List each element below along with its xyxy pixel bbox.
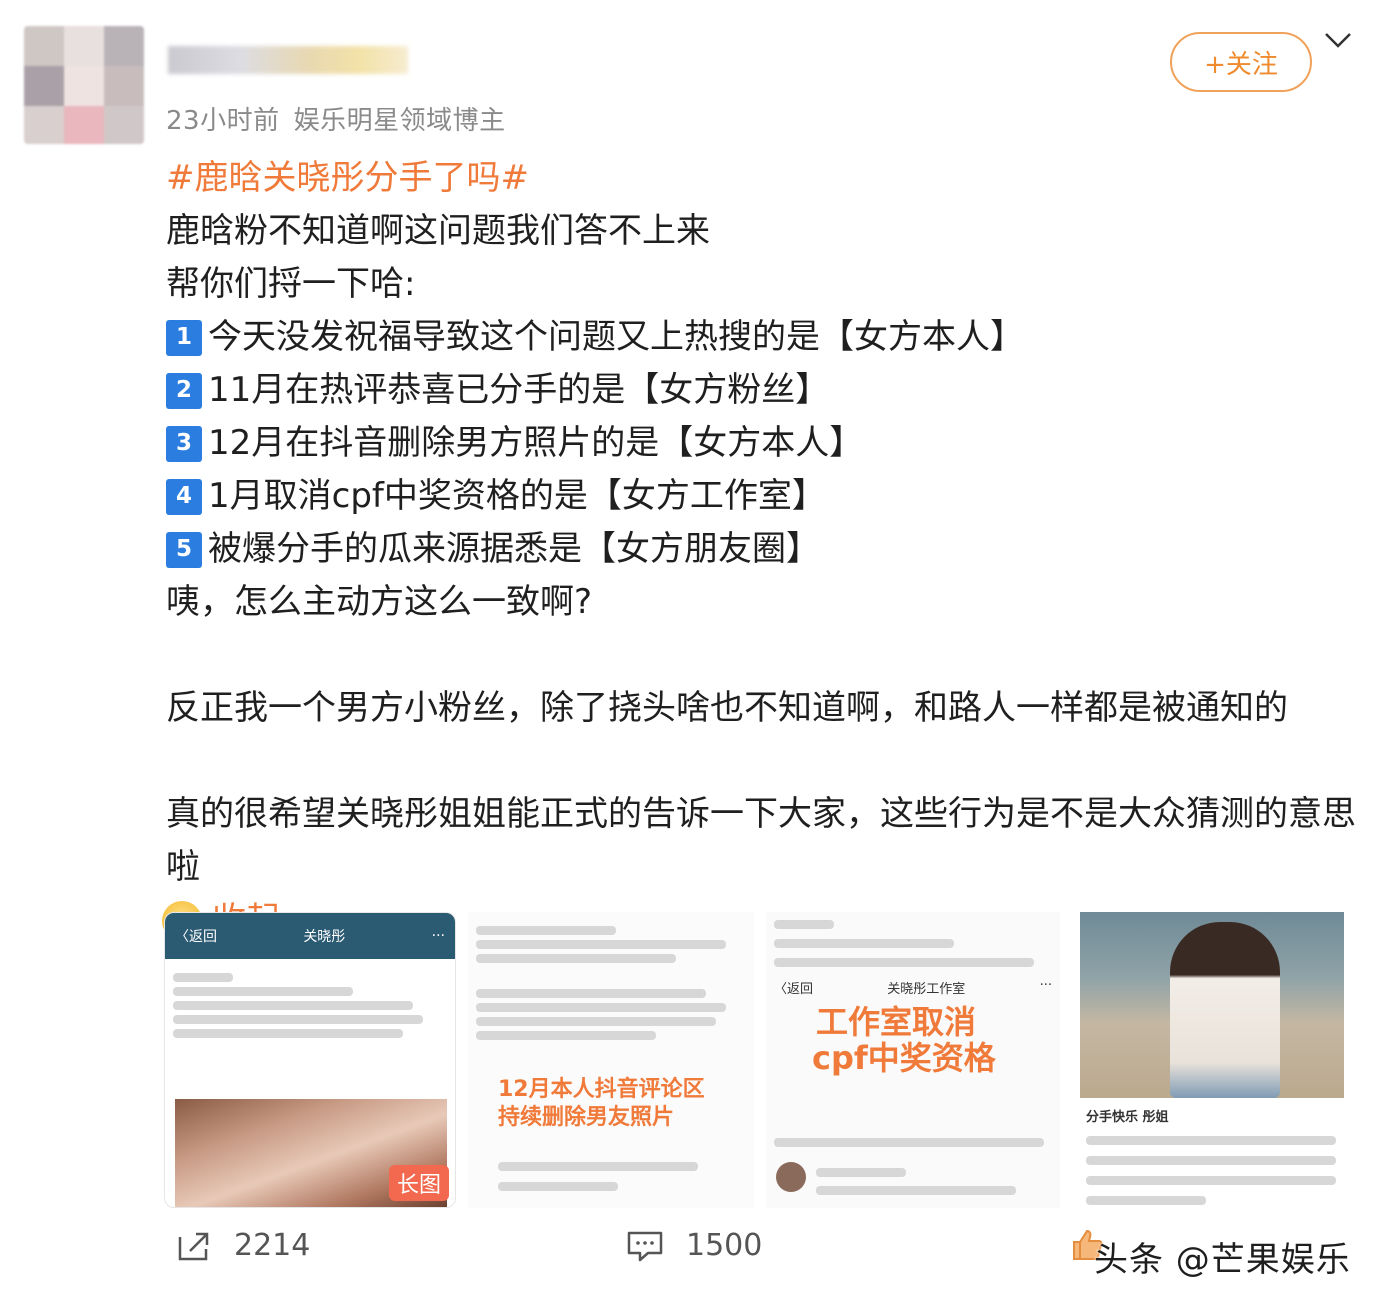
- number-badge: 5: [166, 531, 202, 568]
- post-meta: 23小时前 娱乐明星领域博主: [166, 100, 506, 137]
- post-time: 23小时前: [166, 106, 280, 136]
- image-thumbnail-2[interactable]: 12月本人抖音评论区持续删除男友照片: [468, 912, 754, 1208]
- screenshot-header: 〈返回 关晓彤 ···: [165, 913, 455, 959]
- screenshot-header: 〈返回 关晓彤工作室 ···: [774, 978, 1052, 997]
- more-icon: ···: [1039, 978, 1052, 993]
- list-item: 5 被爆分手的瓜来源据悉是【女方朋友圈】: [166, 523, 1366, 576]
- commenter-avatar: [776, 1162, 806, 1192]
- screenshot-name: 关晓彤工作室: [887, 982, 966, 997]
- list-item-text: 被爆分手的瓜来源据悉是【女方朋友圈】: [208, 529, 820, 569]
- image-thumbnail-3[interactable]: 〈返回 关晓彤工作室 ··· 工作室取消 cpf中奖资格: [766, 912, 1060, 1208]
- hashtag-link[interactable]: #鹿晗关晓彤分手了吗#: [166, 152, 1366, 205]
- text-line: 鹿晗粉不知道啊这问题我们答不上来: [166, 211, 710, 251]
- list-item-text: 今天没发祝福导致这个问题又上热搜的是【女方本人】: [208, 317, 1024, 357]
- follow-button[interactable]: +关注: [1170, 32, 1312, 92]
- share-count: 2214: [234, 1228, 311, 1263]
- list-item: 3 12月在抖音删除男方照片的是【女方本人】: [166, 417, 1366, 470]
- image-thumbnail-4[interactable]: 分手快乐 彤姐: [1080, 912, 1344, 1208]
- watermark: 头条 @芒果娱乐: [1094, 1240, 1351, 1280]
- author-role: 娱乐明星领域博主: [293, 106, 506, 136]
- number-badge: 3: [166, 425, 202, 462]
- comment-icon: [627, 1231, 663, 1261]
- chevron-down-icon[interactable]: [1322, 26, 1354, 54]
- text-line: 真的很希望关晓彤姐姐能正式的告诉一下大家，这些行为是不是大众猜测的意思啦: [166, 794, 1356, 887]
- share-icon: [178, 1232, 209, 1260]
- list-item: 1 今天没发祝福导致这个问题又上热搜的是【女方本人】: [166, 311, 1366, 364]
- photo-caption: 分手快乐 彤姐: [1086, 1110, 1169, 1125]
- person-figure: [1170, 922, 1280, 1098]
- overlay-caption-line2: cpf中奖资格: [812, 1039, 996, 1077]
- list-item-text: 12月在抖音删除男方照片的是【女方本人】: [208, 423, 864, 463]
- image-thumbnail-1[interactable]: 〈返回 关晓彤 ··· 长图: [164, 912, 456, 1208]
- back-label: 〈返回: [774, 982, 814, 997]
- overlay-caption: 12月本人抖音评论区持续删除男友照片: [498, 1077, 705, 1130]
- long-image-tag: 长图: [388, 1165, 449, 1201]
- post-content: #鹿晗关晓彤分手了吗# 鹿晗粉不知道啊这问题我们答不上来 帮你们捋一下哈: 1今…: [162, 152, 1366, 947]
- text-line: 反正我一个男方小粉丝，除了挠头啥也不知道啊，和路人一样都是被通知的: [166, 688, 1288, 728]
- back-label: 〈返回: [175, 929, 217, 945]
- share-button[interactable]: 2214: [176, 1228, 310, 1263]
- text-line: 帮你们捋一下哈:: [166, 264, 416, 304]
- list-item-text: 1月取消cpf中奖资格的是【女方工作室】: [208, 476, 826, 516]
- list-item: 2 11月在热评恭喜已分手的是【女方粉丝】: [166, 364, 1366, 417]
- list-item-text: 11月在热评恭喜已分手的是【女方粉丝】: [208, 370, 830, 410]
- overlay-caption-line1: 工作室取消: [816, 1003, 977, 1041]
- number-badge: 4: [166, 478, 202, 515]
- comment-button[interactable]: 1500: [626, 1228, 762, 1263]
- comment-count: 1500: [686, 1228, 763, 1263]
- text-line: 咦，怎么主动方这么一致啊?: [166, 582, 593, 622]
- avatar[interactable]: [24, 26, 144, 144]
- screenshot-name: 关晓彤: [303, 929, 346, 945]
- username-blurred[interactable]: [168, 46, 408, 74]
- number-badge: 1: [166, 319, 202, 356]
- list-item: 4 1月取消cpf中奖资格的是【女方工作室】: [166, 470, 1366, 523]
- number-badge: 2: [166, 372, 202, 409]
- more-icon: ···: [431, 928, 445, 944]
